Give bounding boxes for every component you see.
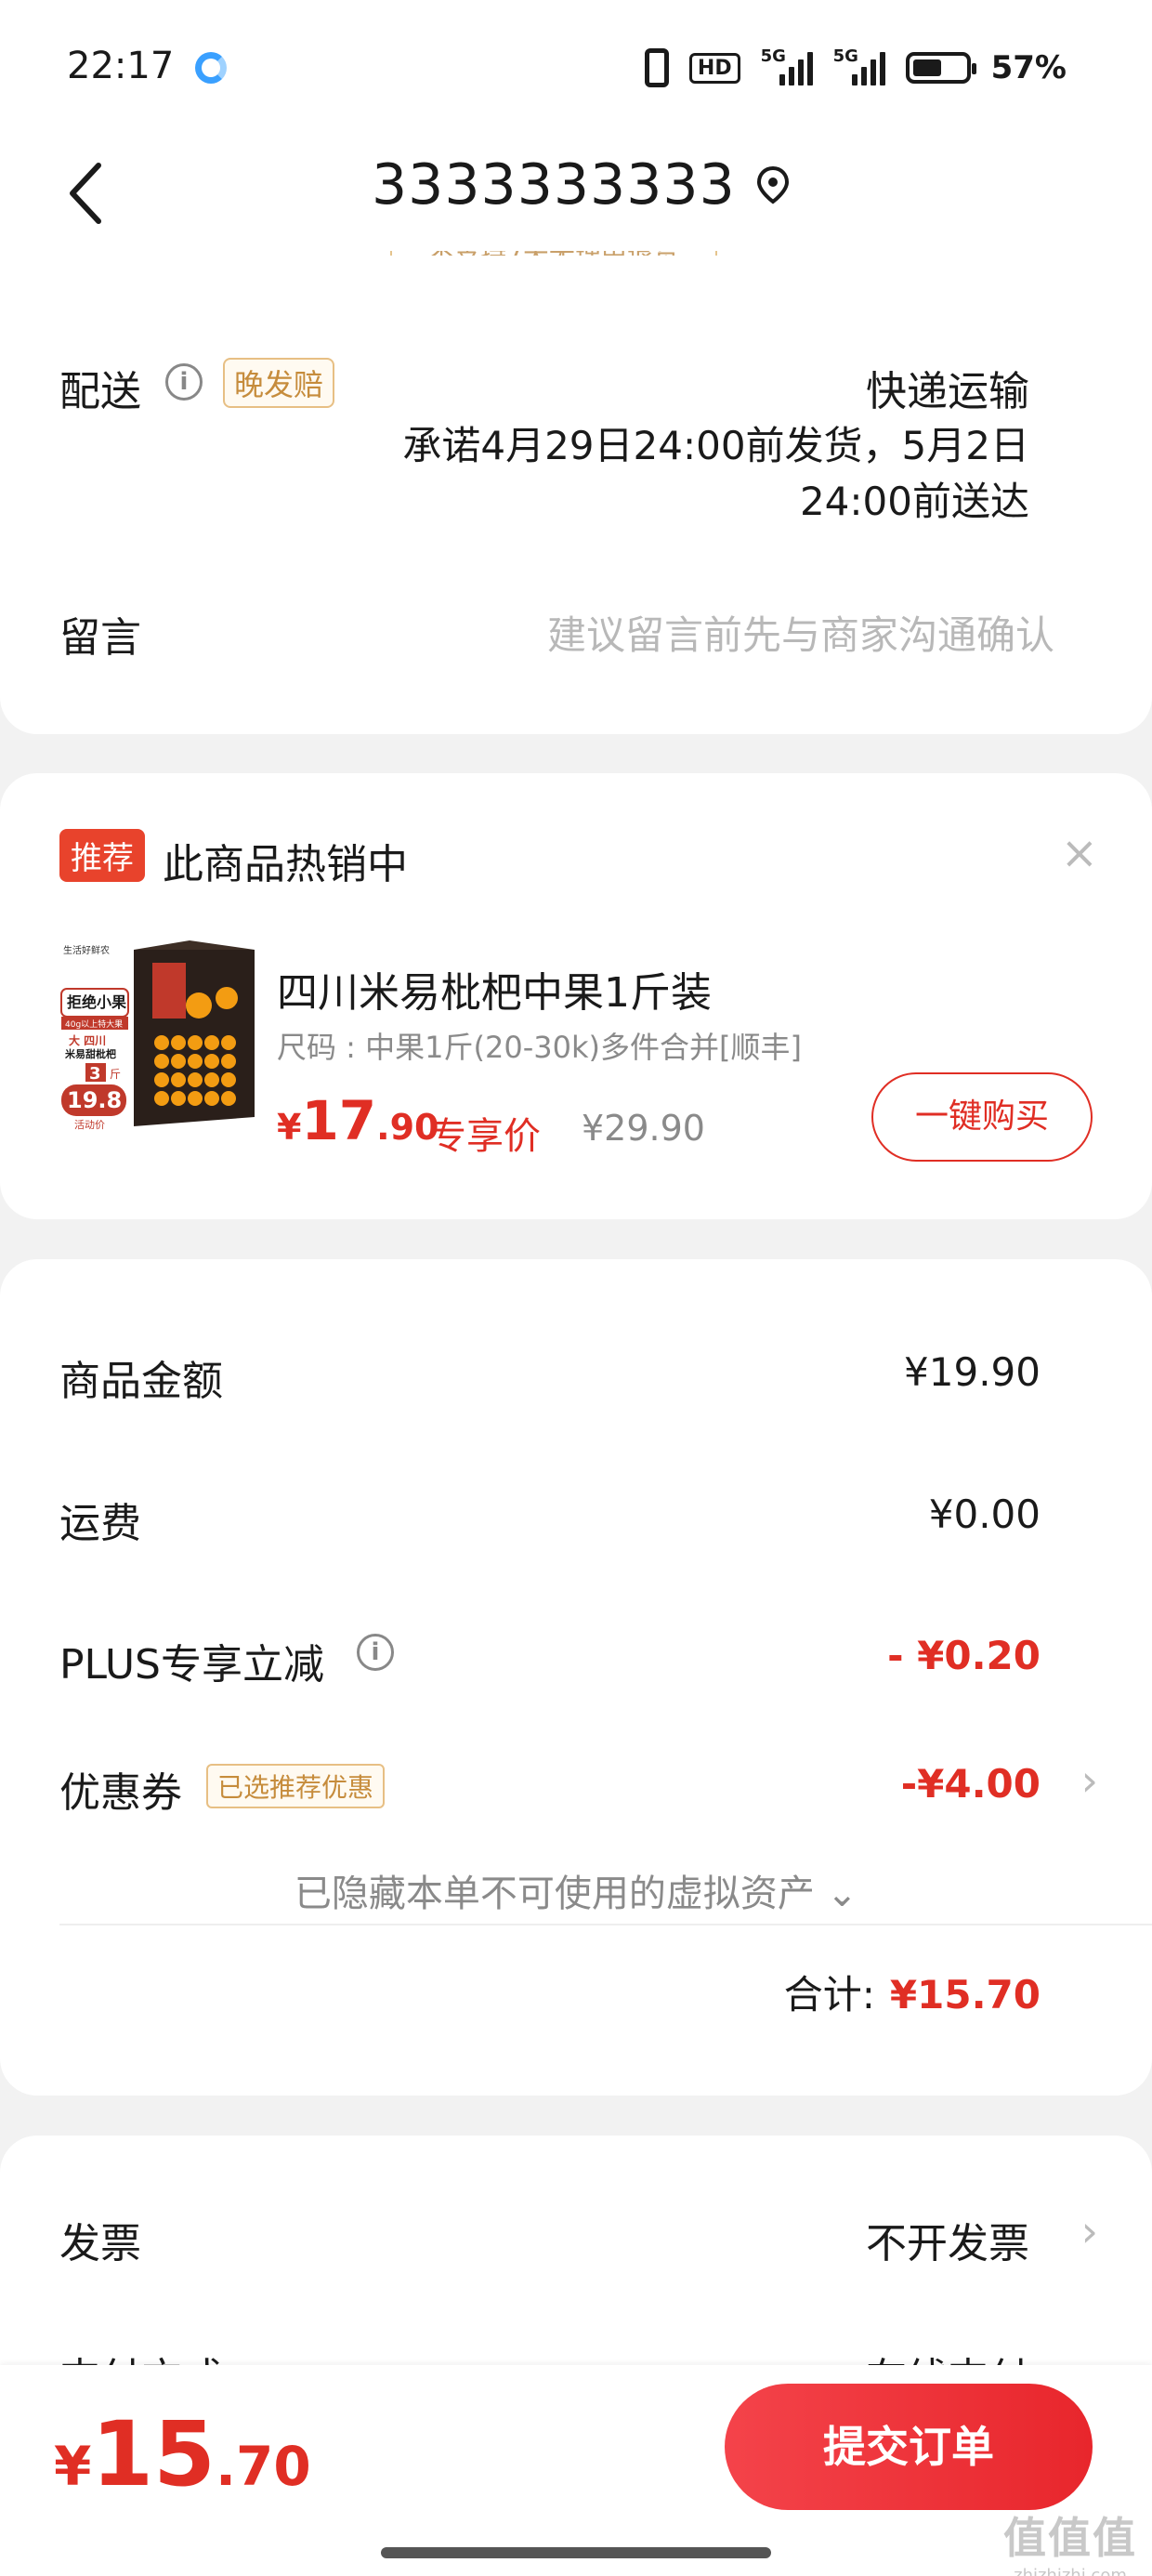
page-title: 3333333333 [372,152,736,217]
coupon-value[interactable]: -¥4.00 [901,1761,1041,1807]
product-thumbnail[interactable]: 生活好鲜农 拒绝小果 40g以上特大果 大 四川 米易甜枇杷 3 斤 19.8 … [59,940,255,1136]
watermark-url: zhizhizhi.com [1014,2566,1127,2576]
product-price: ¥ 17 .90 [277,1089,439,1152]
back-arrow-icon[interactable] [65,156,111,230]
delivery-promise-line1: 承诺4月29日24:00前发货，5月2日 [402,423,1029,468]
product-spec: 尺码 : 中果1斤(20-30k)多件合并[顺丰] [277,1030,802,1065]
vibrate-icon [644,48,669,87]
bottom-price-decimal: .70 [215,2435,311,2498]
battery-icon [905,52,976,84]
delivery-card: 配送 i 晚发赔 快递运输 承诺4月29日24:00前发货，5月2日 24:00… [0,256,1152,734]
thumb-tag1: 拒绝小果 [67,993,126,1011]
remark-input[interactable]: 建议留言前先与商家沟通确认 [547,604,1054,661]
status-bar: 22:17 HD 5G 5G 57% [0,0,1152,139]
recommend-title: 此商品热销中 [163,841,408,888]
hidden-assets-toggle[interactable]: 已隐藏本单不可使用的虚拟资产 ⌄ [0,1863,1152,1917]
location-pin-icon [756,165,789,204]
recommend-card: 推荐 此商品热销中 × 生活好鲜农 拒绝小果 40g以上特大果 大 四川 米易甜… [0,773,1152,1219]
bottom-price-symbol: ¥ [54,2435,92,2498]
signal-icon-2: 5G [833,46,885,85]
network-label: 5G [760,46,786,66]
invoice-label[interactable]: 发票 [59,2210,141,2269]
delivery-promise: 承诺4月29日24:00前发货，5月2日 24:00前送达 [323,418,1029,530]
watermark: 值值值 zhizhizhi.com [1003,2504,1137,2576]
total-label: 合计: [783,1972,875,2017]
status-icons: HD 5G 5G 57% [644,46,1067,87]
fee-summary-card: 商品金额 ¥19.90 运费 ¥0.00 PLUS专享立减 i - ¥0.20 … [0,1259,1152,2096]
battery-percent: 57% [990,49,1067,86]
remark-label: 留言 [59,614,141,662]
status-time: 22:17 [67,45,175,87]
thumb-tag2: 40g以上特大果 [65,1019,123,1030]
thumb-tag4: 米易甜枇杷 [64,1047,116,1060]
late-compensation-tag: 晚发赔 [223,358,335,408]
divider [59,1924,1152,1925]
price-symbol: ¥ [277,1107,302,1148]
loading-icon [195,52,227,84]
shipping-label: 运费 [59,1500,141,1547]
original-price: ¥29.90 [582,1108,705,1149]
thumb-tag5: 3 [89,1064,101,1084]
thumb-promo: 活动价 [74,1119,105,1131]
price-integer: 17 [301,1089,377,1152]
coupon-label[interactable]: 优惠券 [59,1759,182,1819]
coupon-selected-tag: 已选推荐优惠 [206,1764,386,1808]
total-row: 合计: ¥15.70 [784,1964,1041,2020]
info-icon[interactable]: i [165,363,203,401]
goods-amount-label: 商品金额 [59,1358,223,1405]
exclusive-price-label: 专享价 [429,1115,541,1158]
header-title-wrap[interactable]: 3333333333 [372,152,792,217]
delivery-promise-line2: 24:00前送达 [799,479,1029,524]
order-confirm-page: 22:17 HD 5G 5G 57% 3333333333 配送 i 晚发赔 快… [0,0,1152,2576]
bottom-price-integer: 15 [91,2402,216,2506]
plus-discount-label: PLUS专享立减 [59,1641,324,1689]
page-header: 3333333333 不支持7天无理由退货 [0,139,1152,279]
invoice-chevron-icon[interactable]: › [1081,2206,1098,2256]
watermark-logo: 值值值 [1003,2513,1137,2563]
coupon-chevron-icon[interactable]: › [1081,1755,1098,1806]
delivery-method: 快递运输 [866,368,1029,415]
product-name[interactable]: 四川米易枇杷中果1斤装 [277,959,712,1019]
goods-amount-value: ¥19.90 [904,1349,1041,1395]
thumb-tag3: 大 四川 [69,1033,106,1047]
hd-icon: HD [688,52,740,84]
one-click-buy-button[interactable]: 一键购买 [871,1072,1093,1162]
shipping-value: ¥0.00 [928,1492,1041,1537]
plus-info-icon[interactable]: i [357,1634,394,1671]
recommend-badge: 推荐 [59,829,145,882]
total-value: ¥15.70 [889,1972,1041,2017]
invoice-value[interactable]: 不开发票 [866,2210,1029,2269]
bottom-total-price: ¥ 15 .70 [54,2402,311,2506]
plus-discount-value: - ¥0.20 [887,1633,1041,1678]
submit-order-button[interactable]: 提交订单 [725,2384,1093,2510]
delivery-label: 配送 [59,368,141,415]
signal-icon: 5G [761,46,813,85]
thumb-tag6: 斤 [110,1068,121,1081]
bottom-bar: ¥ 15 .70 提交订单 值值值 zhizhizhi.com [0,2365,1152,2576]
home-indicator[interactable] [381,2547,771,2558]
thumb-price: 19.8 [67,1087,122,1113]
network-label-2: 5G [832,46,858,66]
thumb-brand: 生活好鲜农 [63,944,110,956]
close-icon[interactable]: × [1061,827,1098,879]
